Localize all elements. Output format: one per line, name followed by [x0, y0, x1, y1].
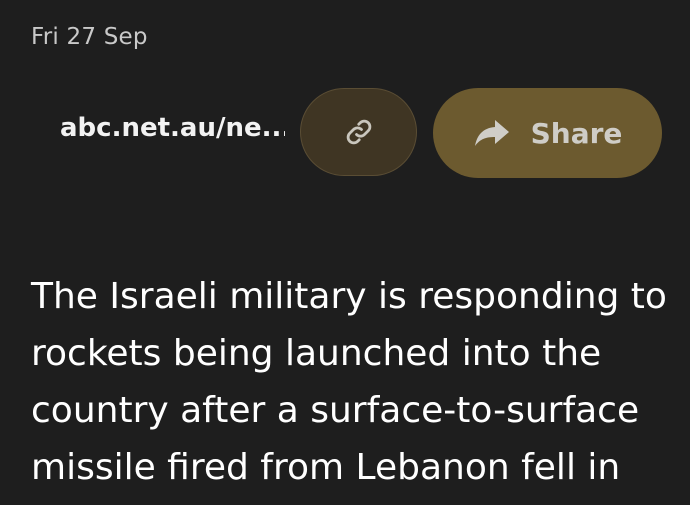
date-label: Fri 27 Sep [31, 24, 148, 50]
share-label: Share [530, 116, 623, 150]
article-paragraph: The Israeli military is responding to ro… [31, 276, 667, 488]
share-button[interactable]: Share [433, 88, 662, 178]
share-arrow-icon [473, 118, 511, 148]
link-icon [344, 117, 374, 147]
copy-link-button[interactable] [300, 88, 417, 176]
source-url-link[interactable]: abc.net.au/ne... [60, 113, 285, 143]
